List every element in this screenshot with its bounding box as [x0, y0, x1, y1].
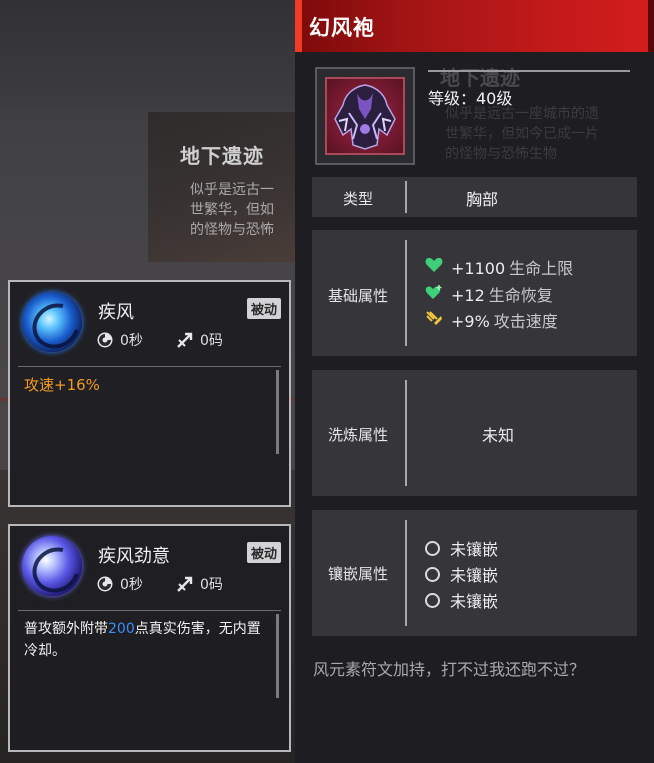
type-row: 类型 胸部	[312, 177, 637, 217]
description-scrollbar[interactable]	[276, 370, 279, 454]
background-card-text: 似乎是远古一 世繁华，但如 的怪物与恐怖	[190, 182, 274, 238]
cooldown-value: 0秒	[120, 577, 143, 593]
item-flavor-text: 风元素符文加持，打不过我还跑不过？	[313, 660, 586, 679]
skill-name: 疾风	[98, 302, 134, 323]
item-icon-frame[interactable]	[315, 67, 415, 165]
passive-badge: 被动	[246, 298, 281, 319]
damage-value: 200	[108, 621, 135, 637]
refine-value: 未知	[482, 426, 515, 445]
range-info: 0码	[176, 330, 223, 350]
socket-attributes-label: 镶嵌属性	[327, 565, 388, 583]
range-icon	[176, 575, 194, 593]
wind-swirl-skill-icon	[22, 292, 82, 352]
background-shade	[0, 0, 300, 110]
skill-description: 普攻额外附带200点真实伤害，无内置冷却。	[24, 621, 261, 659]
heart-regen-icon	[425, 284, 443, 304]
item-name: 幻风袍	[309, 16, 375, 40]
skill-card[interactable]: 疾风 被动 0秒 0码 攻速+16%	[8, 280, 291, 507]
skill-card[interactable]: 疾风劲意 被动 0秒 0码 普攻额外附带200点真实伤害，无内置冷却。	[8, 524, 291, 752]
level-divider	[428, 70, 630, 72]
socket-slot[interactable]: 未镶嵌	[425, 536, 498, 560]
empty-socket-icon	[425, 566, 440, 582]
empty-socket-icon	[425, 592, 440, 608]
base-attributes-label: 基础属性	[327, 287, 388, 305]
item-title-bar: 幻风袍	[295, 0, 654, 52]
skill-divider	[18, 610, 281, 611]
background-card-title: 地下遗迹	[180, 144, 264, 168]
socket-slot[interactable]: 未镶嵌	[425, 562, 498, 586]
description-scrollbar[interactable]	[276, 614, 279, 698]
type-label: 类型	[342, 190, 373, 208]
cooldown-icon	[96, 331, 114, 349]
type-value: 胸部	[466, 190, 499, 209]
wind-blade-skill-icon	[22, 536, 82, 596]
cooldown-info: 0秒	[96, 574, 143, 594]
range-value: 0码	[200, 577, 223, 593]
attribute-max-hp: +1100 生命上限	[425, 255, 573, 279]
robe-item-icon	[325, 77, 405, 155]
item-tooltip: 幻风袍 地下遗迹 似乎是远古一座城市的遗 世繁华，但如今已成一片 的怪物与恐怖生…	[295, 0, 654, 763]
skill-name: 疾风劲意	[98, 546, 170, 567]
background-map-card: 地下遗迹 似乎是远古一 世繁华，但如 的怪物与恐怖	[148, 112, 298, 262]
attack-speed-icon	[425, 310, 443, 330]
cooldown-icon	[96, 575, 114, 593]
empty-socket-icon	[425, 540, 440, 556]
passive-badge: 被动	[246, 542, 281, 563]
skill-description: 攻速+16%	[24, 376, 100, 394]
attribute-hp-regen: +12 生命恢复	[425, 282, 553, 306]
range-icon	[176, 331, 194, 349]
range-value: 0码	[200, 333, 223, 349]
refine-attributes-row: 洗炼属性 未知	[312, 370, 637, 496]
cooldown-info: 0秒	[96, 330, 143, 350]
refine-attributes-label: 洗炼属性	[327, 426, 388, 444]
item-level: 等级：40级	[428, 89, 513, 108]
cooldown-value: 0秒	[120, 333, 143, 349]
socket-attributes-row: 镶嵌属性 未镶嵌 未镶嵌 未镶嵌	[312, 510, 637, 636]
skill-divider	[18, 366, 281, 367]
attribute-attack-speed: +9% 攻击速度	[425, 308, 558, 332]
base-attributes-row: 基础属性 +1100 生命上限 +12 生命恢复 +9% 攻击速度	[312, 230, 637, 356]
range-info: 0码	[176, 574, 223, 594]
ghost-background-text: 似乎是远古一座城市的遗 世繁华，但如今已成一片 的怪物与恐怖生物	[445, 106, 599, 162]
heart-icon	[425, 257, 443, 277]
socket-slot[interactable]: 未镶嵌	[425, 588, 498, 612]
